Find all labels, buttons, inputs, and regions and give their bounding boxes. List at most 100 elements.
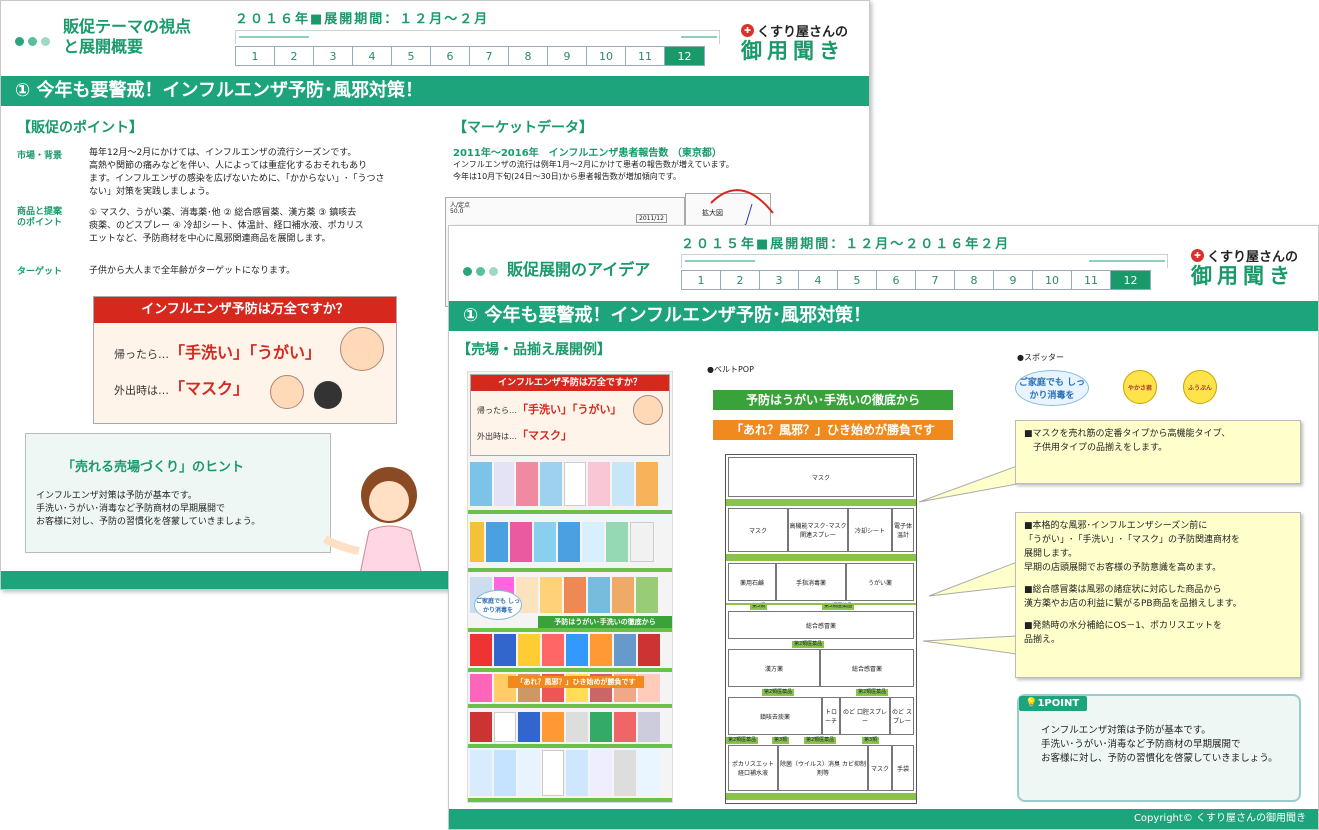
period-arrow-left <box>239 36 309 38</box>
flu-pop-header: インフルエンザ予防は万全ですか？ <box>94 297 396 323</box>
hint-title: 「売れる売場づくり」のヒント <box>62 460 245 475</box>
month-cell: 8 <box>955 271 994 289</box>
target-label: ターゲット <box>17 267 63 277</box>
shelf-edge <box>468 744 672 748</box>
plan-cell: マスク <box>728 457 914 497</box>
month-cell: 5 <box>392 47 431 65</box>
note-line: ■総合感冒薬は風邪の諸症状に対応した商品から <box>1024 585 1222 595</box>
gargling-boy-illustration <box>340 327 384 371</box>
page-title: 販促テーマの視点 と展開概要 <box>63 17 191 57</box>
market-desc: インフルエンザの流行は例年1月～2月にかけて患者の報告数が増えています。 今年は… <box>453 159 734 183</box>
nurse-illustration <box>323 467 424 579</box>
product-text-line: ① マスク、うがい薬、消毒薬･他 ② 総合感冒薬、漢方薬 ③ 鎮咳去 <box>89 208 357 218</box>
period-label: ２０１５年■展開期間：１２月～２０１６年２月 <box>681 237 1011 252</box>
plan-cell: マスク <box>728 508 788 552</box>
chart-legend: 2011/12 <box>636 214 667 223</box>
plan-cell: のど 口腔スプレー <box>840 697 890 735</box>
lightbulb-icon: 💡 <box>1025 698 1038 709</box>
note-line: ■本格的な風邪･インフルエンザシーズン前に <box>1024 521 1208 531</box>
plan-cell: 薬用石鹸 <box>728 563 776 601</box>
month-cell: 4 <box>799 271 838 289</box>
plan-category-label: 第3類 <box>772 737 790 744</box>
plan-shelf-bar <box>726 499 916 506</box>
flu-prevention-pop: インフルエンザ予防は万全ですか？ 帰ったら…「手洗い」「うがい」 外出時は…「マ… <box>93 296 397 424</box>
product-label-line: のポイント <box>17 218 63 228</box>
product-label-line: 商品と提案 <box>17 207 63 217</box>
plan-category-label: 第2類医薬品 <box>856 689 889 696</box>
shelf-planogram: マスク マスク 高機能マスク･マスク関連スプレー 冷却シート 電子体温計 薬用石… <box>725 454 917 804</box>
product-text: ① マスク、うがい薬、消毒薬･他 ② 総合感冒薬、漢方薬 ③ 鎮咳去 痰薬、のど… <box>89 207 364 246</box>
plan-cell: 鎮咳去痰薬 <box>728 697 822 735</box>
flu-pop-line2-prefix: 外出時は… <box>114 384 169 397</box>
one-point-text: インフルエンザ対策は予防が基本です。 手洗い･うがい･消毒など予防商材の早期展開… <box>1041 724 1278 766</box>
month-cell: 10 <box>587 47 626 65</box>
front-footer: Copyright© くすり屋さんの御用聞き <box>449 809 1318 829</box>
plan-shelf-bar <box>726 554 916 561</box>
one-point-line: お客様に対し、予防の習慣化を啓蒙していきましょう。 <box>1041 753 1278 764</box>
month-cell: 7 <box>916 271 955 289</box>
month-cell: 12 <box>1111 271 1150 289</box>
period-arrow-right <box>681 36 717 38</box>
one-point-tag: 💡1POINT <box>1019 696 1088 711</box>
one-point-line: 手洗い･うがい･消毒など予防商材の早期展開で <box>1041 739 1241 750</box>
plan-cell: うがい薬 <box>846 563 914 601</box>
one-point-line: インフルエンザ対策は予防が基本です。 <box>1041 725 1211 736</box>
market-text-line: 毎年12月～2月にかけては、インフルエンザの流行シーズンです。 <box>89 148 357 158</box>
one-point-box: 💡1POINT インフルエンザ対策は予防が基本です。 手洗い･うがい･消毒など予… <box>1017 694 1301 802</box>
layout-heading: 【売場・品揃え展開例】 <box>457 342 611 358</box>
note-line: 品揃え。 <box>1024 635 1061 645</box>
plan-cell: ポカリスエット 経口補水液 <box>728 745 778 791</box>
period-arrow-left <box>685 260 755 262</box>
spotter-label: ●スポッター <box>1017 353 1064 362</box>
virus-illustration <box>314 381 342 409</box>
page-title: 販促展開のアイデア <box>507 260 651 279</box>
plan-category-label: 第2類医薬品 <box>726 737 759 744</box>
brand-logo: ✚ くすり屋さんの 御用聞き <box>1191 246 1298 287</box>
plan-category-label: 第2類医薬品 <box>804 737 837 744</box>
product-row-sanitizers <box>470 522 654 562</box>
product-row-cold-medicine <box>470 634 660 666</box>
month-cell: 1 <box>236 47 275 65</box>
title-line1: 販促テーマの視点 <box>63 17 192 36</box>
hint-text-line: 手洗い･うがい･消毒など予防商材の早期展開で <box>36 504 226 514</box>
note-line: 子供用タイプの品揃えをします。 <box>1024 443 1168 453</box>
flu-pop-line1-main: 「手洗い」「うがい」 <box>169 343 322 362</box>
note-prevention: ■本格的な風邪･インフルエンザシーズン前に 「うがい」･「手洗い」･「マスク」の… <box>1015 512 1301 678</box>
hint-text: インフルエンザ対策は予防が基本です。 手洗い･うがい･消毒など予防商材の早期展開… <box>36 490 260 529</box>
flu-pop-line1-prefix: 帰ったら… <box>114 348 169 361</box>
month-cell: 10 <box>1033 271 1072 289</box>
shelf-edge <box>468 798 672 802</box>
month-cell: 3 <box>760 271 799 289</box>
note-spacer <box>1024 575 1292 583</box>
spotter-disinfect: ご家庭でも しっかり消毒を <box>1015 370 1089 406</box>
logo-line2: 御用聞き <box>1191 264 1295 288</box>
plan-cell: のど スプレー <box>890 697 914 735</box>
plan-category-label: 第2類医薬品 <box>792 641 825 648</box>
month-cell: 9 <box>548 47 587 65</box>
logo-line2: 御用聞き <box>741 39 845 63</box>
note-spacer <box>1024 611 1292 619</box>
note-line: ■発熱時の水分補給にOS－1、ポカリスエットを <box>1024 621 1223 631</box>
period-arrow-right <box>1089 260 1165 262</box>
shelf-display-photo: インフルエンザ予防は万全ですか？ 帰ったら…「手洗い」「うがい」 外出時は…「マ… <box>467 371 673 803</box>
market-text: 毎年12月～2月にかけては、インフルエンザの流行シーズンです。 高熱や関節の痛み… <box>89 147 385 199</box>
plan-category-label: 第3類 <box>862 737 880 744</box>
target-text: 子供から大人まで全年齢がターゲットになります。 <box>89 266 296 276</box>
shelf-belt-pop-1: 予防はうがい･手洗いの徹底から <box>538 616 672 628</box>
month-cell: 5 <box>838 271 877 289</box>
month-cell: 2 <box>275 47 314 65</box>
market-text-line: 高熱や関節の痛みなどを伴い、人によっては重症化するおそれもあり <box>89 161 368 171</box>
shelf-edge <box>468 628 672 632</box>
callout-pointers <box>918 465 1018 655</box>
note-line: ■マスクを売れ筋の定番タイプから高機能タイプ、 <box>1024 429 1231 439</box>
plan-cell: 手袋 <box>892 745 914 791</box>
shelf-edge <box>468 668 672 672</box>
shelf-boy-illustration <box>633 395 663 425</box>
chart-tick-label: 50.0 <box>450 208 464 215</box>
cross-icon: ✚ <box>741 24 754 37</box>
month-scale: 1 2 3 4 5 6 7 8 9 10 11 12 <box>235 46 705 66</box>
month-cell: 1 <box>682 271 721 289</box>
product-row-throat <box>470 712 660 742</box>
hint-box: 「売れる売場づくり」のヒント インフルエンザ対策は予防が基本です。 手洗い･うが… <box>25 433 331 553</box>
month-cell: 8 <box>509 47 548 65</box>
